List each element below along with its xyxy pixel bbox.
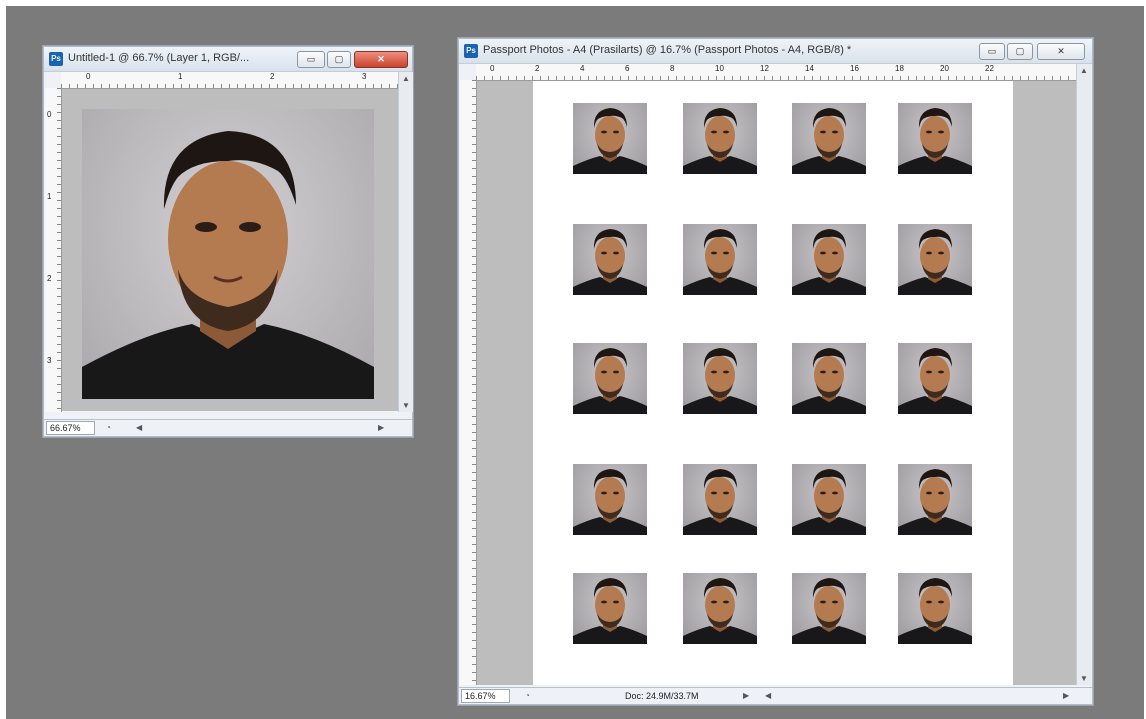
passport-photo-thumbnail <box>898 343 972 414</box>
portrait-illustration <box>82 131 374 399</box>
ruler-tick: 2 <box>535 64 540 73</box>
ruler-tick: 0 <box>47 110 52 119</box>
close-icon[interactable]: ✕ <box>354 51 408 68</box>
passport-photo-thumbnail <box>792 343 866 414</box>
ruler-tick: 14 <box>805 64 814 73</box>
scroll-right-icon[interactable]: ▶ <box>378 423 384 432</box>
passport-photo-thumbnail <box>792 464 866 535</box>
info-menu-icon[interactable]: ◔ <box>525 691 530 700</box>
scroll-up-icon[interactable]: ▲ <box>402 74 410 83</box>
a4-paper <box>533 81 1013 685</box>
passport-photo-thumbnail <box>683 573 757 644</box>
photoshop-app-icon: Ps <box>464 44 478 58</box>
ruler-tick: 16 <box>850 64 859 73</box>
source-status-bar: 66.67% ◔ ◀ ▶ <box>44 419 412 436</box>
ruler-tick: 6 <box>625 64 630 73</box>
scroll-down-icon[interactable]: ▼ <box>1080 674 1088 683</box>
ruler-tick: 12 <box>760 64 769 73</box>
portrait-photo <box>82 109 374 399</box>
source-vertical-scrollbar[interactable]: ▲ ▼ <box>398 72 413 412</box>
sheet-zoom-field[interactable]: 16.67% <box>461 689 510 703</box>
scroll-left-icon[interactable]: ◀ <box>136 423 142 432</box>
info-menu-icon[interactable]: ◔ <box>106 423 111 432</box>
passport-photo-thumbnail <box>792 103 866 174</box>
passport-photo-thumbnail <box>898 103 972 174</box>
restore-icon[interactable]: ▢ <box>1007 43 1033 60</box>
sheet-title-bar[interactable]: Ps Passport Photos - A4 (Prasilarts) @ 1… <box>459 39 1092 64</box>
passport-photo-thumbnail <box>573 224 647 295</box>
photoshop-workspace: Ps Untitled-1 @ 66.7% (Layer 1, RGB/... … <box>6 6 1144 719</box>
photoshop-app-icon: Ps <box>49 52 63 66</box>
minimize-icon[interactable]: ▭ <box>297 51 325 68</box>
passport-photo-thumbnail <box>683 464 757 535</box>
ruler-tick: 22 <box>985 64 994 73</box>
source-window-title: Untitled-1 @ 66.7% (Layer 1, RGB/... <box>68 52 250 64</box>
source-canvas-area[interactable] <box>62 89 398 411</box>
ruler-tick: 2 <box>47 274 52 283</box>
ruler-tick: 0 <box>490 64 495 73</box>
passport-photo-thumbnail <box>573 573 647 644</box>
ruler-tick: 0 <box>86 72 91 81</box>
source-vertical-ruler: 0 1 2 3 <box>45 88 62 412</box>
ruler-tick: 1 <box>178 72 183 81</box>
passport-photo-thumbnail <box>683 103 757 174</box>
ruler-tick: 10 <box>715 64 724 73</box>
passport-photo-thumbnail <box>898 464 972 535</box>
passport-sheet-window[interactable]: Ps Passport Photos - A4 (Prasilarts) @ 1… <box>458 38 1093 705</box>
source-document-window[interactable]: Ps Untitled-1 @ 66.7% (Layer 1, RGB/... … <box>43 46 413 437</box>
passport-photo-thumbnail <box>683 343 757 414</box>
doc-size-info: Doc: 24.9M/33.7M <box>625 691 699 701</box>
sheet-horizontal-ruler: 0 2 4 6 8 10 12 14 16 18 20 22 <box>476 64 1076 81</box>
scroll-left-icon[interactable]: ◀ <box>765 691 771 700</box>
minimize-icon[interactable]: ▭ <box>979 43 1005 60</box>
ruler-tick: 20 <box>940 64 949 73</box>
passport-photo-thumbnail <box>683 224 757 295</box>
sheet-canvas-area[interactable] <box>477 81 1077 685</box>
restore-icon[interactable]: ▢ <box>327 51 351 68</box>
scroll-down-icon[interactable]: ▼ <box>402 401 410 410</box>
passport-photo-thumbnail <box>573 464 647 535</box>
status-menu-arrow-icon[interactable]: ▶ <box>743 691 749 700</box>
passport-photo-thumbnail <box>573 103 647 174</box>
ruler-tick: 18 <box>895 64 904 73</box>
source-zoom-field[interactable]: 66.67% <box>46 421 95 435</box>
scroll-right-icon[interactable]: ▶ <box>1063 691 1069 700</box>
passport-photo-thumbnail <box>898 573 972 644</box>
source-horizontal-ruler: 0 1 2 3 <box>61 72 399 89</box>
ruler-tick: 4 <box>580 64 585 73</box>
ruler-tick: 1 <box>47 192 52 201</box>
scroll-up-icon[interactable]: ▲ <box>1080 66 1088 75</box>
passport-photo-thumbnail <box>573 343 647 414</box>
sheet-window-title: Passport Photos - A4 (Prasilarts) @ 16.7… <box>483 44 852 56</box>
sheet-status-bar: 16.67% ◔ Doc: 24.9M/33.7M ▶ ◀ ▶ <box>459 687 1092 704</box>
ruler-tick: 3 <box>362 72 367 81</box>
ruler-tick: 2 <box>270 72 275 81</box>
sheet-vertical-ruler <box>460 80 477 685</box>
passport-photo-thumbnail <box>898 224 972 295</box>
close-icon[interactable]: ✕ <box>1037 43 1085 60</box>
passport-photo-thumbnail <box>792 224 866 295</box>
sheet-vertical-scrollbar[interactable]: ▲ ▼ <box>1076 64 1091 685</box>
ruler-tick: 8 <box>670 64 675 73</box>
ruler-tick: 3 <box>47 356 52 365</box>
passport-photo-thumbnail <box>792 573 866 644</box>
source-title-bar[interactable]: Ps Untitled-1 @ 66.7% (Layer 1, RGB/... … <box>44 47 412 72</box>
